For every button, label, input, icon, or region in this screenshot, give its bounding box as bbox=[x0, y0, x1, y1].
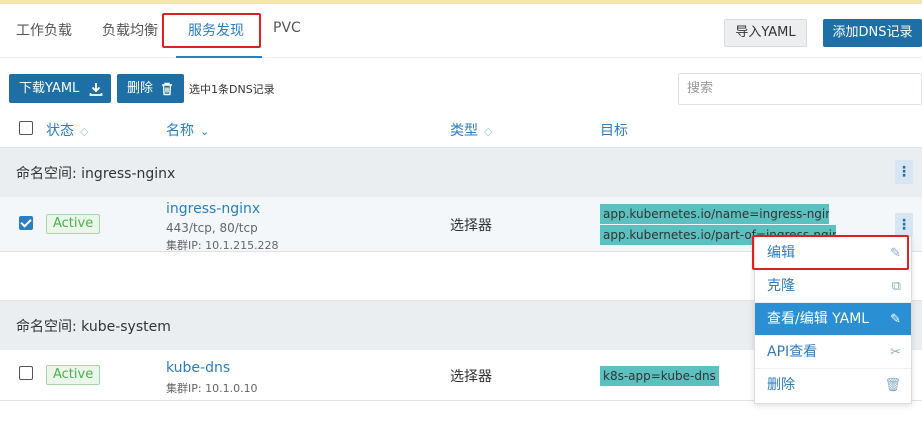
status-badge: Active bbox=[46, 214, 101, 234]
menu-item-label: 查看/编辑 YAML bbox=[767, 311, 870, 327]
tab-service-discovery[interactable]: 服务发现 bbox=[188, 20, 244, 40]
service-ports: 443/tcp, 80/tcp bbox=[166, 221, 258, 235]
table-header: 状态 ◇ 名称 ⌄ 类型 ◇ 目标 bbox=[0, 112, 922, 146]
service-type: 选择器 bbox=[450, 369, 492, 385]
column-type-label: 类型 bbox=[450, 123, 478, 139]
target-selector-tag: k8s-app=kube-dns bbox=[600, 366, 719, 386]
row-context-menu: 编辑 ✎ 克隆 ⧉ 查看/编辑 YAML ✎ API查看 ✂ 删除 🗑 bbox=[754, 236, 912, 404]
column-target-label: 目标 bbox=[600, 123, 628, 139]
namespace-label: 命名空间: ingress-nginx bbox=[16, 166, 176, 182]
service-name-link[interactable]: ingress-nginx bbox=[166, 201, 260, 217]
menu-item-label: 克隆 bbox=[767, 278, 795, 294]
import-yaml-button[interactable]: 导入YAML bbox=[724, 19, 807, 47]
menu-item-label: 删除 bbox=[767, 377, 795, 393]
service-name-link[interactable]: kube-dns bbox=[166, 360, 230, 376]
tab-load-balancing[interactable]: 负载均衡 bbox=[102, 20, 158, 40]
menu-item-label: API查看 bbox=[767, 344, 818, 360]
pencil-icon: ✎ bbox=[890, 246, 901, 261]
tab-pvc[interactable]: PVC bbox=[273, 20, 301, 36]
namespace-actions-kebab-icon[interactable]: ⋮ bbox=[895, 160, 913, 184]
menu-item-edit[interactable]: 编辑 ✎ bbox=[755, 237, 911, 270]
menu-item-view-edit-yaml[interactable]: 查看/编辑 YAML ✎ bbox=[755, 303, 911, 336]
tab-bar: 工作负载 负载均衡 服务发现 PVC 导入YAML 添加DNS记录 bbox=[0, 4, 922, 58]
column-name-label: 名称 bbox=[166, 123, 194, 139]
sort-icon: ◇ bbox=[484, 125, 493, 138]
selection-count-text: 选中1条DNS记录 bbox=[189, 83, 275, 96]
add-dns-record-button[interactable]: 添加DNS记录 bbox=[823, 19, 922, 47]
service-type: 选择器 bbox=[450, 218, 492, 234]
download-icon bbox=[89, 74, 103, 103]
tools-icon: ✂ bbox=[890, 345, 901, 360]
menu-item-api-view[interactable]: API查看 ✂ bbox=[755, 336, 911, 369]
trash-icon bbox=[161, 74, 173, 103]
cluster-ip: 集群IP: 10.1.0.10 bbox=[166, 382, 258, 395]
sort-icon: ◇ bbox=[80, 125, 89, 138]
sort-desc-icon: ⌄ bbox=[200, 125, 210, 138]
search-input[interactable]: 搜索 bbox=[678, 73, 922, 105]
delete-button[interactable]: 删除 bbox=[117, 74, 184, 103]
delete-label: 删除 bbox=[127, 81, 154, 96]
menu-item-label: 编辑 bbox=[767, 245, 795, 261]
trash-icon: 🗑 bbox=[884, 378, 901, 393]
column-state-header[interactable]: 状态 ◇ bbox=[46, 120, 88, 140]
menu-item-clone[interactable]: 克隆 ⧉ bbox=[755, 270, 911, 303]
namespace-group-header: 命名空间: ingress-nginx ⋮ bbox=[0, 147, 922, 197]
column-type-header[interactable]: 类型 ◇ bbox=[450, 120, 492, 140]
select-all-checkbox[interactable] bbox=[19, 121, 33, 135]
copy-icon: ⧉ bbox=[891, 279, 901, 294]
row-actions-kebab-icon[interactable]: ⋮ bbox=[895, 213, 913, 237]
active-tab-underline bbox=[176, 56, 262, 58]
status-badge: Active bbox=[46, 365, 101, 385]
tab-workloads[interactable]: 工作负载 bbox=[16, 20, 72, 40]
row-checkbox[interactable] bbox=[19, 216, 33, 230]
row-checkbox[interactable] bbox=[19, 366, 33, 380]
column-target-header: 目标 bbox=[600, 120, 628, 140]
pencil-icon: ✎ bbox=[890, 312, 901, 327]
download-yaml-label: 下载YAML bbox=[19, 81, 80, 96]
target-selector-tag: app.kubernetes.io/name=ingress-nginx bbox=[600, 204, 829, 224]
namespace-label: 命名空间: kube-system bbox=[16, 319, 171, 335]
download-yaml-button[interactable]: 下载YAML bbox=[9, 74, 111, 103]
menu-item-delete[interactable]: 删除 🗑 bbox=[755, 369, 911, 402]
column-state-label: 状态 bbox=[46, 123, 74, 139]
column-name-header[interactable]: 名称 ⌄ bbox=[166, 120, 209, 140]
